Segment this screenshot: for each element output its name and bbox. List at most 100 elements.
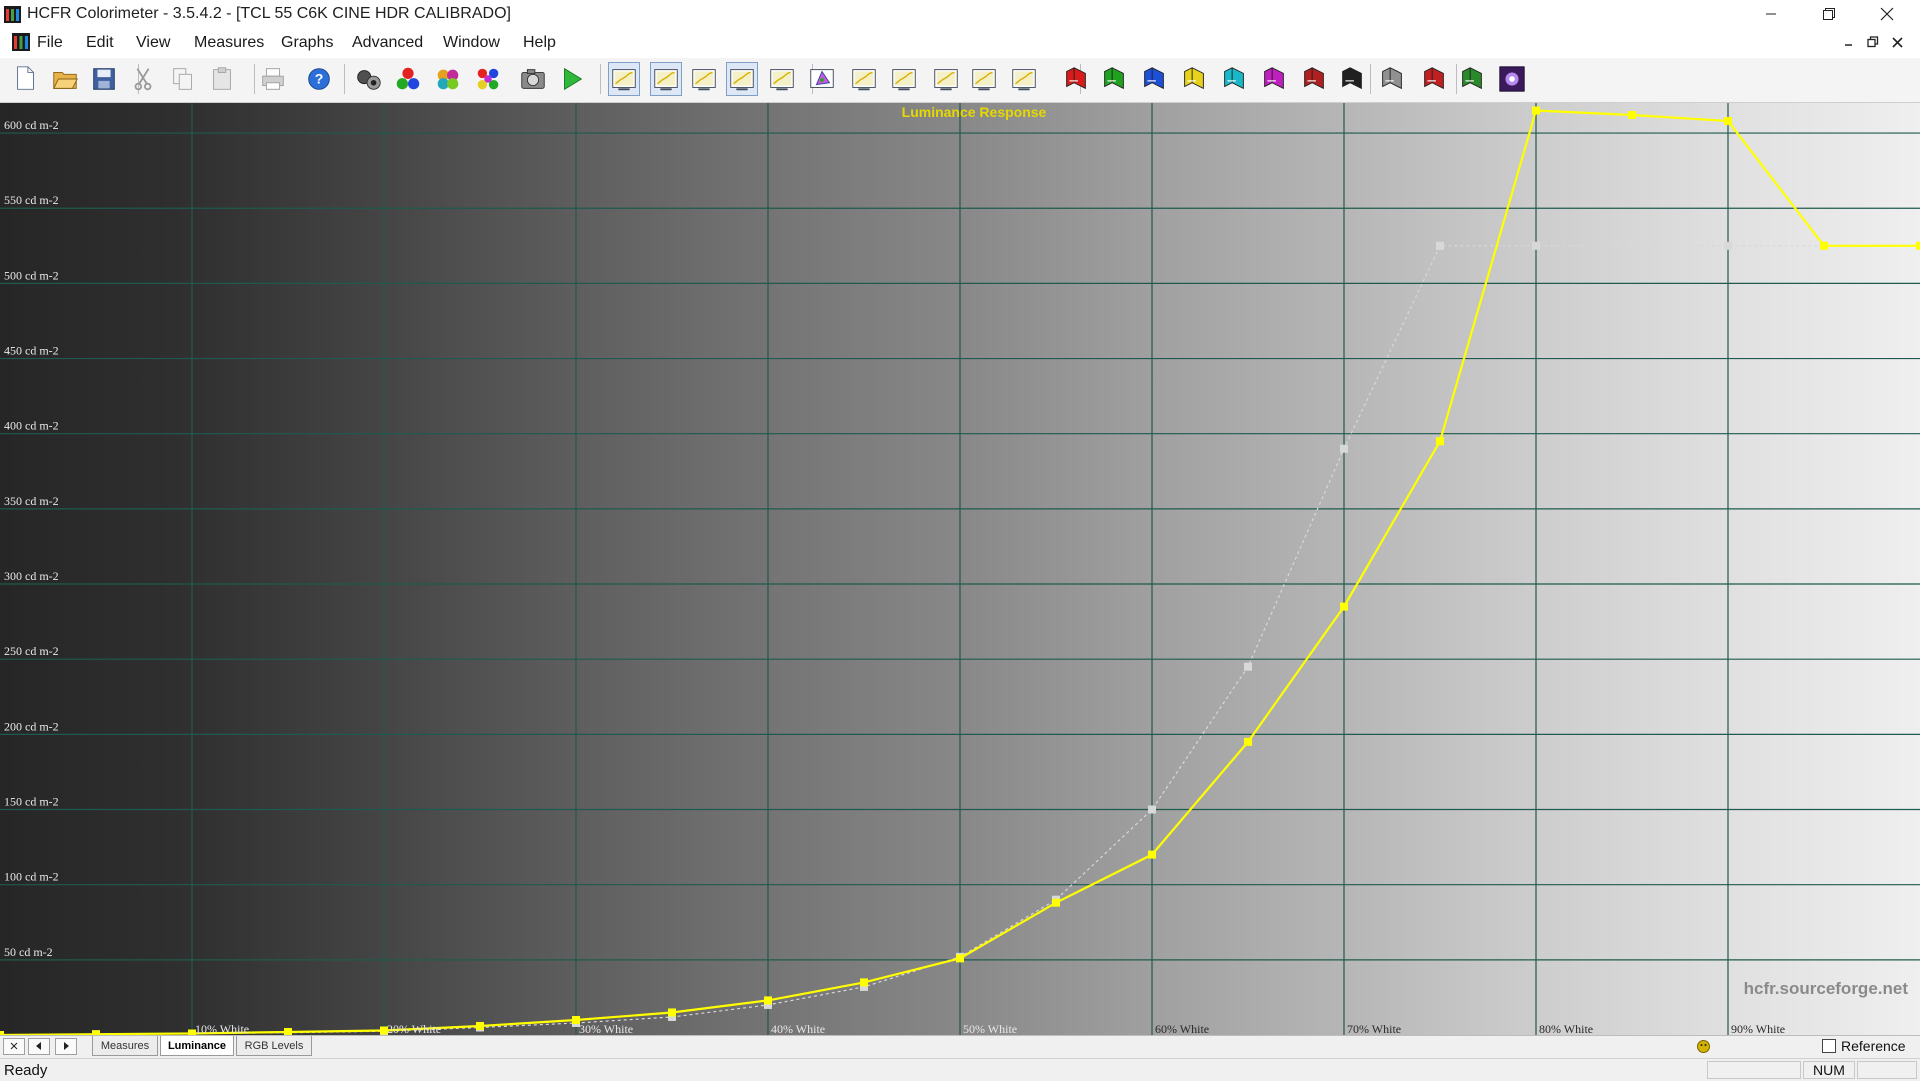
toolbar-button-graph-view-2[interactable] — [650, 62, 682, 96]
prev-tab-button[interactable] — [28, 1038, 50, 1055]
toolbar-button-red-grey-measure[interactable] — [1298, 62, 1330, 96]
toolbar-button-graph-view-1[interactable] — [608, 62, 640, 96]
reference-point — [1532, 241, 1540, 250]
mdi-minimize-button[interactable] — [1840, 33, 1858, 51]
reference-point — [1724, 241, 1732, 250]
close-icon — [10, 1042, 18, 1050]
tab-luminance[interactable]: Luminance — [160, 1036, 234, 1056]
toolbar-button-camera[interactable] — [517, 62, 549, 96]
y-tick-label: 400 cd m-2 — [4, 419, 59, 433]
toolbar-button-cyan-measure[interactable] — [1218, 62, 1250, 96]
toolbar-button-help[interactable]: ? — [303, 62, 335, 96]
toolbar-button-grey-measure[interactable] — [1376, 62, 1408, 96]
cie-diagram-icon — [810, 69, 834, 88]
toolbar-button-black-measure[interactable] — [1336, 62, 1368, 96]
toolbar-button-color-wheel[interactable] — [432, 62, 464, 96]
measured-point — [1436, 437, 1444, 446]
y-tick-label: 100 cd m-2 — [4, 870, 59, 884]
toolbar-button-graph-view-5[interactable] — [766, 62, 798, 96]
chart-title: Luminance Response — [902, 104, 1047, 120]
toolbar-button-rgb-measure-1[interactable] — [1418, 62, 1450, 96]
menu-measures[interactable]: Measures — [194, 34, 264, 52]
reference-checkbox[interactable] — [1822, 1039, 1836, 1053]
window-title: HCFR Colorimeter - 3.5.4.2 - [TCL 55 C6K… — [27, 5, 511, 22]
x-tick-label: 40% White — [771, 1022, 825, 1035]
toolbar-button-color-palette[interactable] — [472, 62, 504, 96]
rgb-measure-2-icon — [1462, 67, 1482, 90]
measured-point — [1244, 737, 1252, 746]
graph-view-2-icon — [654, 69, 678, 91]
toolbar-button-blue-measure[interactable] — [1138, 62, 1170, 96]
purple-sparkle-icon — [1499, 66, 1525, 92]
toolbar-button-yellow-measure[interactable] — [1178, 62, 1210, 96]
restore-button[interactable] — [1806, 0, 1852, 28]
toolbar-button-graph-view-9[interactable] — [930, 62, 962, 96]
toolbar-button-copy[interactable] — [167, 62, 199, 96]
reference-point — [1244, 662, 1252, 671]
toolbar-button-cut[interactable] — [127, 62, 159, 96]
measured-point — [284, 1027, 292, 1035]
status-text: Ready — [4, 1062, 48, 1079]
toolbar-button-play[interactable] — [556, 62, 588, 96]
toolbar-button-graph-view-3[interactable] — [688, 62, 720, 96]
y-tick-label: 50 cd m-2 — [4, 945, 53, 959]
toolbar-button-magenta-measure[interactable] — [1258, 62, 1290, 96]
tab-measures[interactable]: Measures — [92, 1036, 158, 1056]
next-tab-button[interactable] — [55, 1038, 77, 1055]
mdi-close-button[interactable] — [1888, 33, 1906, 51]
x-tick-label: 60% White — [1155, 1022, 1209, 1035]
menu-view[interactable]: View — [136, 34, 170, 52]
toolbar-button-save-disk[interactable] — [88, 62, 120, 96]
close-icon — [1880, 7, 1894, 21]
toolbar-button-red-measure[interactable] — [1060, 62, 1092, 96]
grey-measure-icon — [1382, 67, 1402, 90]
measured-point — [668, 1008, 676, 1017]
red-grey-measure-icon — [1304, 67, 1324, 90]
toolbar-button-green-measure[interactable] — [1098, 62, 1130, 96]
cyan-measure-icon — [1224, 67, 1244, 90]
menu-advanced[interactable]: Advanced — [352, 34, 423, 52]
close-window-button[interactable] — [1864, 0, 1910, 28]
graph-view-9-icon — [934, 69, 958, 91]
toolbar-button-graph-view-7[interactable] — [848, 62, 880, 96]
open-folder-icon — [52, 71, 78, 89]
toolbar-button-rgb-circles[interactable] — [392, 62, 424, 96]
status-panel-blank — [1707, 1061, 1801, 1079]
toolbar-button-new-document[interactable] — [10, 62, 42, 96]
toolbar-button-sensor-probe[interactable] — [352, 62, 384, 96]
toolbar-button-paste[interactable] — [206, 62, 238, 96]
minimize-icon — [1766, 13, 1776, 15]
mdi-restore-button[interactable] — [1864, 33, 1882, 51]
play-icon — [564, 67, 583, 91]
menu-edit[interactable]: Edit — [86, 34, 114, 52]
toolbar-button-cie-diagram[interactable] — [806, 62, 838, 96]
status-panel-blank — [1857, 1061, 1917, 1079]
y-tick-label: 300 cd m-2 — [4, 569, 59, 583]
toolbar-button-graph-view-11[interactable] — [1008, 62, 1040, 96]
reference-point — [1148, 805, 1156, 814]
tab-rgb-levels[interactable]: RGB Levels — [236, 1036, 312, 1056]
print-icon — [262, 68, 284, 90]
measured-point — [1148, 850, 1156, 859]
measured-point — [1052, 898, 1060, 907]
toolbar-button-print[interactable] — [257, 62, 289, 96]
menu-file[interactable]: File — [37, 34, 63, 52]
toolbar-button-graph-view-4[interactable] — [726, 62, 758, 96]
toolbar-button-rgb-measure-2[interactable] — [1456, 62, 1488, 96]
menu-window[interactable]: Window — [443, 34, 500, 52]
menu-graphs[interactable]: Graphs — [281, 34, 333, 52]
y-tick-label: 450 cd m-2 — [4, 344, 59, 358]
menu-bar: File Edit View Measures Graphs Advanced … — [0, 30, 1920, 56]
minimize-button[interactable] — [1748, 0, 1794, 28]
restore-icon — [1823, 8, 1835, 20]
app-logo-icon — [4, 6, 21, 23]
close-sheet-button[interactable] — [3, 1038, 25, 1055]
toolbar-button-graph-view-8[interactable] — [888, 62, 920, 96]
toolbar-button-open-folder[interactable] — [49, 62, 81, 96]
magenta-measure-icon — [1264, 67, 1284, 90]
new-document-icon — [17, 66, 34, 90]
toolbar-button-purple-sparkle[interactable] — [1496, 62, 1528, 96]
menu-help[interactable]: Help — [523, 34, 556, 52]
red-measure-icon — [1066, 67, 1086, 90]
toolbar-button-graph-view-10[interactable] — [968, 62, 1000, 96]
